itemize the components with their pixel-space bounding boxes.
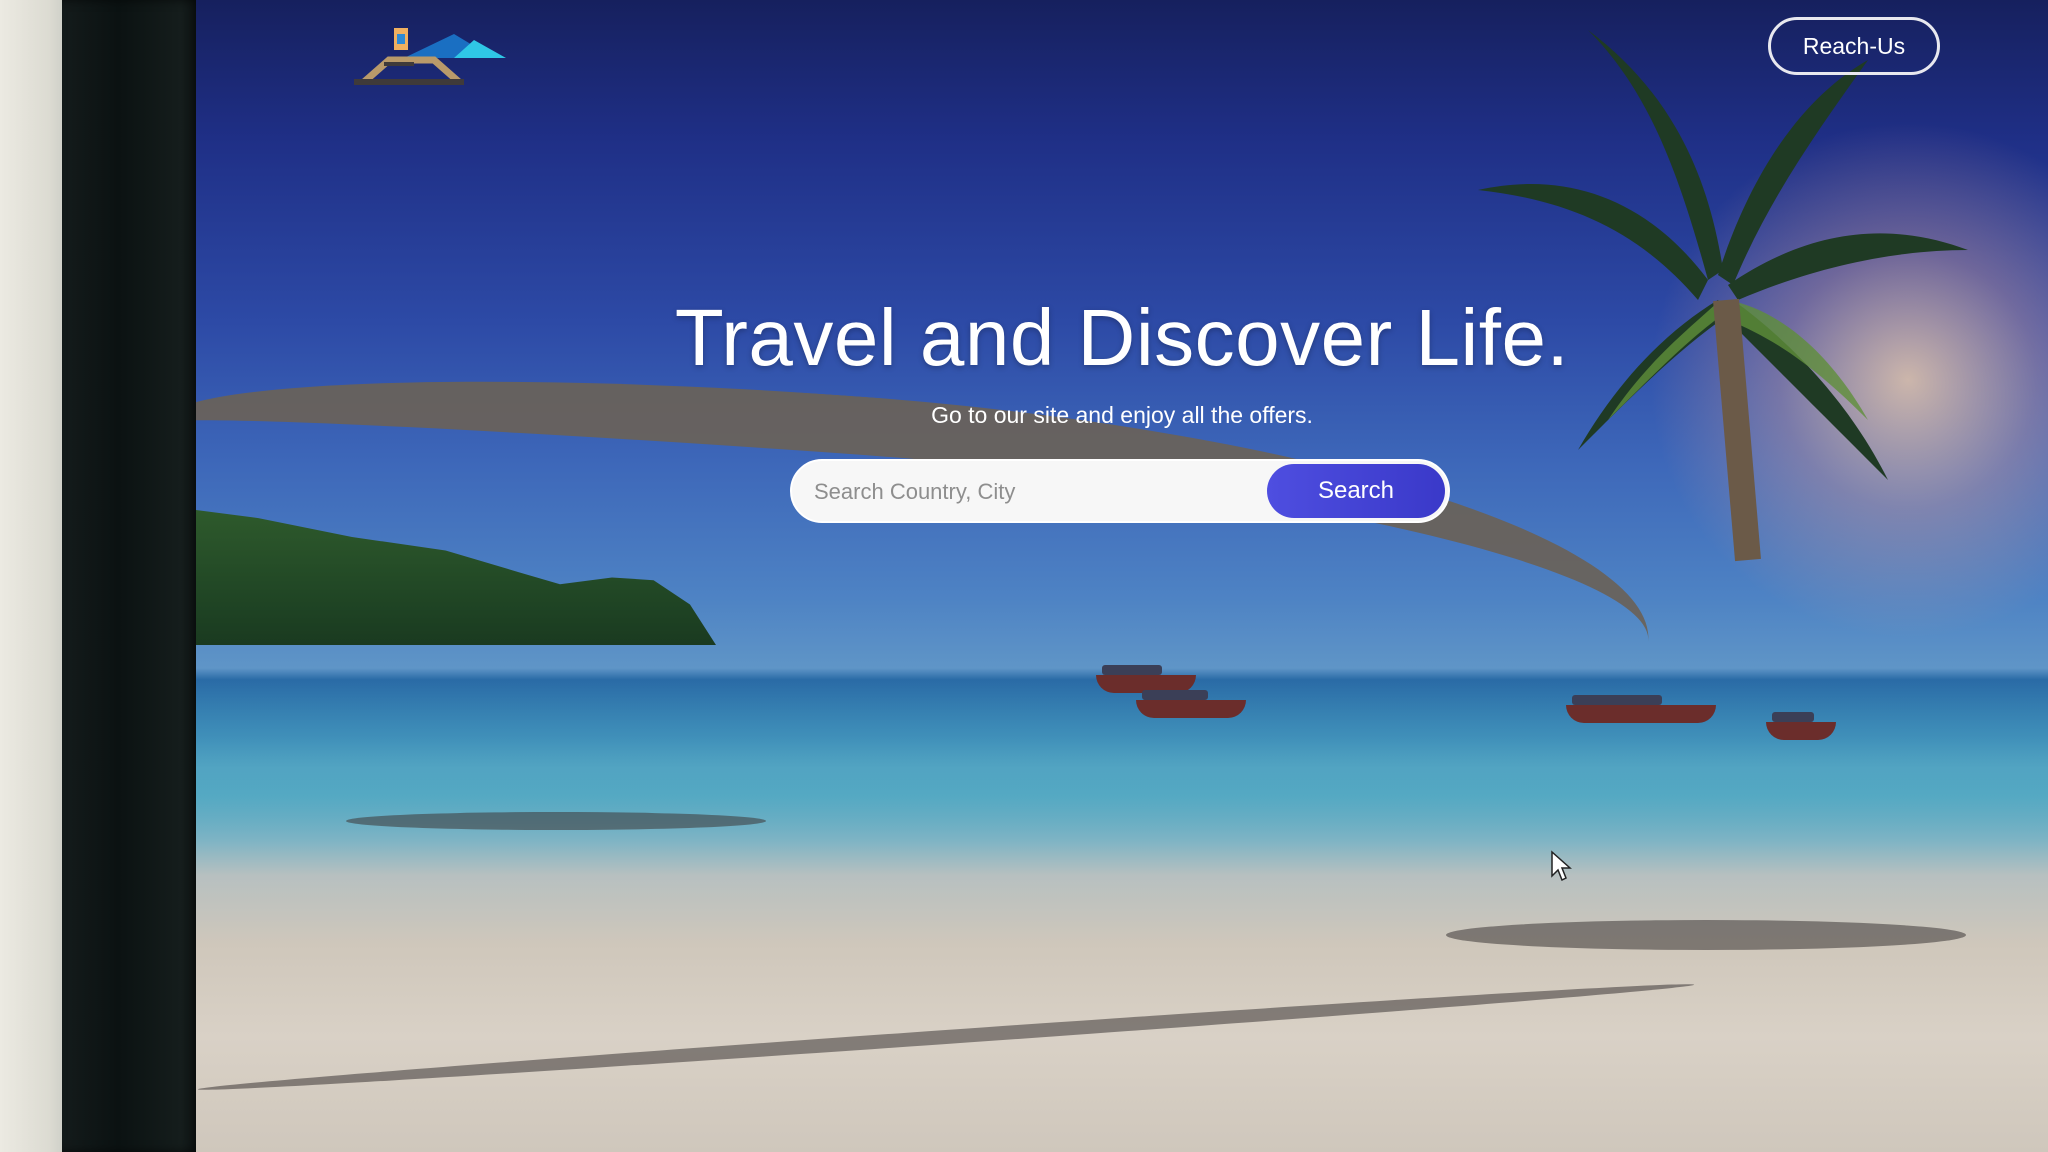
palm-shadow bbox=[1446, 920, 1966, 950]
site-logo[interactable] bbox=[344, 20, 524, 100]
monitor-bezel bbox=[62, 0, 202, 1152]
boat bbox=[1766, 712, 1836, 740]
mouse-cursor-icon bbox=[1551, 850, 1572, 882]
search-bar: Search bbox=[790, 459, 1450, 523]
wall-background bbox=[0, 0, 70, 1152]
boat bbox=[1136, 690, 1246, 718]
reach-us-button[interactable]: Reach-Us bbox=[1768, 17, 1940, 75]
palm-shadow bbox=[346, 812, 766, 830]
browser-viewport: Reach-Us Travel and Discover Life. Go to… bbox=[196, 0, 2048, 1152]
palm-shadow bbox=[197, 977, 1695, 1097]
hero-subtitle: Go to our site and enjoy all the offers. bbox=[931, 402, 1313, 428]
search-button[interactable]: Search bbox=[1267, 464, 1445, 518]
camping-tent-logo-icon bbox=[354, 28, 506, 85]
search-input[interactable] bbox=[812, 461, 1256, 521]
boat bbox=[1566, 695, 1716, 723]
hero-title: Travel and Discover Life. bbox=[674, 293, 1570, 382]
